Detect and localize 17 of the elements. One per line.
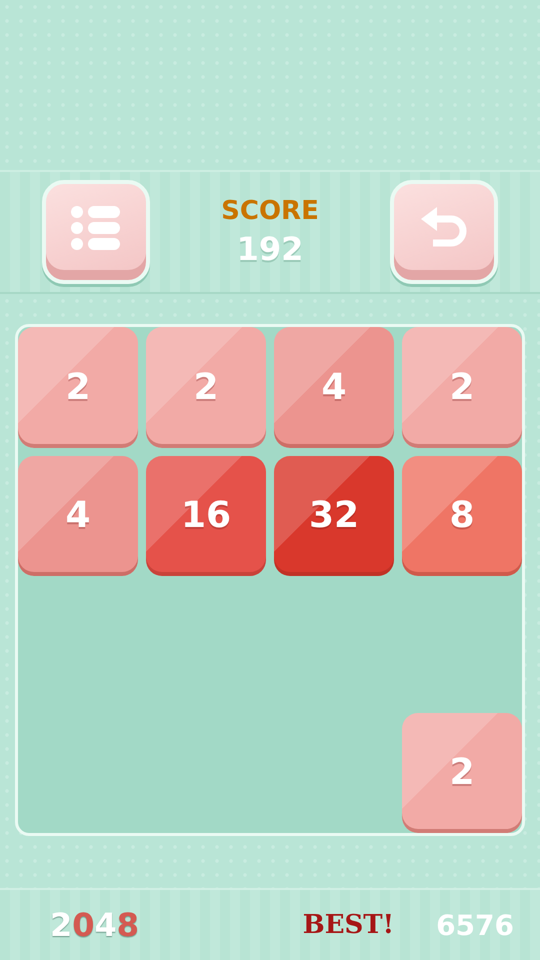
score-label: SCORE xyxy=(221,196,319,226)
menu-button[interactable] xyxy=(42,180,150,284)
number-tile: 16 xyxy=(146,456,266,576)
menu-icon xyxy=(70,205,122,251)
number-tile: 2 xyxy=(146,327,266,448)
number-tile: 2 xyxy=(402,712,522,833)
number-tile: 8 xyxy=(402,456,522,576)
best-score: 6576 xyxy=(436,908,514,942)
game-logo: 2048 xyxy=(50,906,140,944)
score-value: 192 xyxy=(236,230,304,268)
number-tile: 32 xyxy=(274,456,394,576)
number-tile: 2 xyxy=(402,327,522,448)
number-tile: 4 xyxy=(18,456,138,576)
number-tile: 4 xyxy=(274,327,394,448)
number-tile: 2 xyxy=(18,327,138,448)
best-label: BEST! xyxy=(302,910,394,940)
undo-button[interactable] xyxy=(390,180,498,284)
